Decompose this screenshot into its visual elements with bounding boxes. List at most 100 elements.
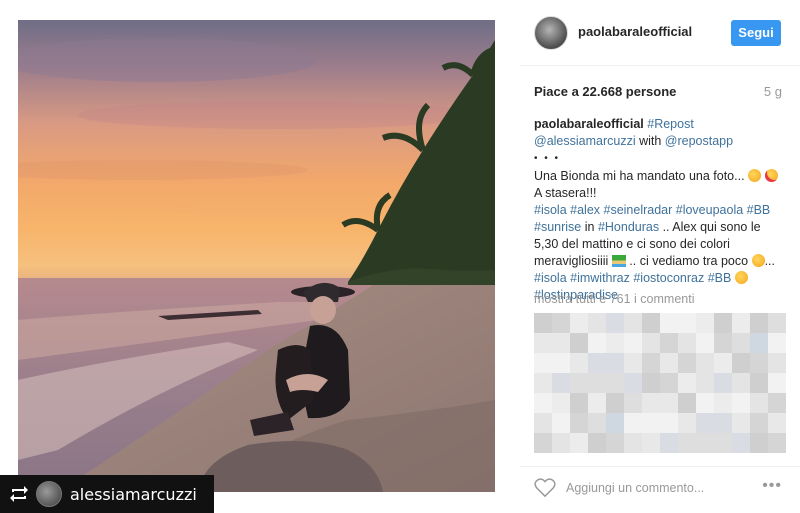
- blur-cell: [570, 333, 588, 353]
- blur-cell: [642, 433, 660, 453]
- caption-line-1: Una Bionda mi ha mandato una foto...: [534, 169, 745, 183]
- blur-cell: [624, 433, 642, 453]
- blur-cell: [714, 333, 732, 353]
- blur-cell: [678, 373, 696, 393]
- blur-cell: [732, 373, 750, 393]
- heart-eyes-emoji-icon: [764, 169, 778, 182]
- blur-cell: [768, 433, 786, 453]
- blur-cell: [750, 433, 768, 453]
- blur-cell: [660, 433, 678, 453]
- likes-count[interactable]: Piace a 22.668 persone: [534, 84, 676, 99]
- blur-cell: [660, 373, 678, 393]
- blur-cell: [534, 313, 552, 333]
- hashtags-2[interactable]: #isola #imwithraz #iostoconraz #BB: [534, 271, 731, 285]
- blur-cell: [570, 373, 588, 393]
- blur-cell: [696, 373, 714, 393]
- blur-cell: [606, 313, 624, 333]
- follow-button[interactable]: Segui: [731, 20, 781, 46]
- blur-cell: [606, 333, 624, 353]
- blur-cell: [570, 393, 588, 413]
- blur-cell: [552, 413, 570, 433]
- mention-repostapp[interactable]: @repostapp: [665, 134, 733, 148]
- blur-cell: [624, 333, 642, 353]
- blur-cell: [606, 373, 624, 393]
- avatar[interactable]: [534, 16, 568, 50]
- blur-cell: [750, 353, 768, 373]
- blur-cell: [642, 353, 660, 373]
- blur-cell: [606, 433, 624, 453]
- more-options-icon[interactable]: •••: [762, 477, 782, 495]
- blur-cell: [642, 333, 660, 353]
- blur-cell: [534, 373, 552, 393]
- blur-cell: [678, 413, 696, 433]
- blur-cell: [534, 413, 552, 433]
- blur-cell: [588, 313, 606, 333]
- blur-cell: [552, 433, 570, 453]
- blur-cell: [570, 433, 588, 453]
- repost-badge: alessiamarcuzzi: [0, 475, 214, 513]
- mention-alessiamarcuzzi[interactable]: @alessiamarcuzzi: [534, 134, 636, 148]
- blur-cell: [732, 313, 750, 333]
- blur-cell: [768, 353, 786, 373]
- blur-cell: [624, 393, 642, 413]
- blurred-comments: [534, 313, 786, 453]
- blur-cell: [570, 353, 588, 373]
- blur-cell: [552, 333, 570, 353]
- comment-input[interactable]: [566, 479, 746, 497]
- sunset-beach-image: [18, 38, 495, 492]
- post-photo[interactable]: [18, 20, 495, 492]
- blur-cell: [678, 393, 696, 413]
- blur-cell: [588, 353, 606, 373]
- blur-cell: [750, 413, 768, 433]
- blur-cell: [552, 393, 570, 413]
- blur-cell: [732, 393, 750, 413]
- kiss-emoji-icon: [734, 271, 748, 284]
- caption-username[interactable]: paolabaraleofficial: [534, 117, 644, 131]
- blur-cell: [642, 393, 660, 413]
- blur-cell: [714, 353, 732, 373]
- caption-text-in: in: [581, 220, 598, 234]
- blur-cell: [534, 333, 552, 353]
- blur-cell: [696, 413, 714, 433]
- repost-username: alessiamarcuzzi: [70, 484, 197, 504]
- repost-avatar: [36, 481, 62, 507]
- blur-cell: [534, 393, 552, 413]
- blur-cell: [714, 393, 732, 413]
- tongue-emoji-icon: [751, 254, 765, 267]
- blur-cell: [696, 333, 714, 353]
- heart-icon[interactable]: [534, 478, 556, 498]
- blur-cell: [732, 333, 750, 353]
- post-footer: •••: [520, 466, 800, 513]
- blur-cell: [732, 353, 750, 373]
- post-time[interactable]: 5 g: [764, 84, 782, 99]
- blur-cell: [588, 413, 606, 433]
- blur-cell: [552, 353, 570, 373]
- blur-cell: [588, 433, 606, 453]
- blur-cell: [660, 353, 678, 373]
- blur-cell: [678, 433, 696, 453]
- blur-cell: [660, 333, 678, 353]
- view-all-comments-link[interactable]: mostra tutti e 761 i commenti: [534, 292, 694, 306]
- caption-text-4: ...: [764, 254, 775, 268]
- blur-cell: [570, 313, 588, 333]
- blur-cell: [642, 413, 660, 433]
- blur-cell: [678, 333, 696, 353]
- blur-cell: [750, 333, 768, 353]
- author-username[interactable]: paolabaraleofficial: [578, 24, 692, 39]
- blur-cell: [768, 413, 786, 433]
- post-side-panel: paolabaraleofficial Segui Piace a 22.668…: [520, 0, 800, 513]
- blur-cell: [606, 393, 624, 413]
- blur-cell: [750, 313, 768, 333]
- blur-cell: [678, 353, 696, 373]
- caption-dots: • • •: [534, 153, 561, 164]
- caption-line-2: A stasera!!!: [534, 186, 597, 200]
- caption-text-with: with: [635, 134, 665, 148]
- post-header: paolabaraleofficial Segui: [520, 0, 800, 66]
- hashtag-honduras[interactable]: #Honduras: [598, 220, 659, 234]
- caption-text-3: .. ci vediamo tra poco: [625, 254, 752, 268]
- blur-cell: [768, 313, 786, 333]
- blur-cell: [534, 433, 552, 453]
- hashtag-repost[interactable]: #Repost: [647, 117, 694, 131]
- blur-cell: [678, 313, 696, 333]
- blur-cell: [606, 413, 624, 433]
